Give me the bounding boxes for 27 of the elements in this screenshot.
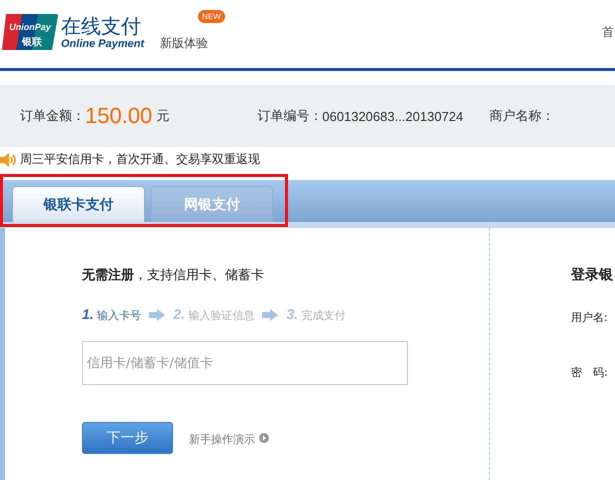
- password-label: 密 码:: [571, 365, 609, 380]
- brand-title: 在线支付: [61, 14, 142, 38]
- nav-link[interactable]: 首: [602, 24, 614, 41]
- step-label: 2. 输入验证信息: [173, 306, 254, 323]
- new-version-link[interactable]: 新版体验: [160, 36, 208, 50]
- username-label: 用户名:: [571, 310, 609, 325]
- arrow-icon: [149, 308, 166, 320]
- payment-tab[interactable]: 银联卡支付: [12, 186, 145, 222]
- amount-label: 订单金额：: [20, 108, 85, 125]
- arrow-icon: [262, 308, 278, 320]
- play-icon: [259, 433, 269, 443]
- merchant-label: 商户名称：: [489, 108, 554, 125]
- step-label: 3. 完成支付: [286, 306, 346, 323]
- order-number-label: 订单编号：: [257, 108, 322, 125]
- bank-login-title: 登录银: [571, 266, 613, 284]
- order-number: 0601320683...20130724: [322, 108, 464, 124]
- order-amount: 150.00: [85, 103, 152, 129]
- currency-label: 元: [156, 108, 170, 125]
- intro-text: 无需注册，支持信用卡、储蓄卡: [82, 266, 265, 284]
- promo-notice: 周三平安信用卡，首次开通、交易享双重返现: [20, 151, 260, 168]
- speaker-icon: [0, 152, 16, 166]
- card-number-field[interactable]: 信用卡/储蓄卡/储值卡: [82, 341, 408, 385]
- next-button[interactable]: 下一步: [82, 422, 173, 454]
- step-label: 1. 输入卡号: [82, 306, 142, 323]
- brand-subtitle: Online Payment: [61, 38, 144, 50]
- new-badge: NEW: [198, 10, 225, 23]
- demo-link[interactable]: 新手操作演示: [189, 432, 255, 446]
